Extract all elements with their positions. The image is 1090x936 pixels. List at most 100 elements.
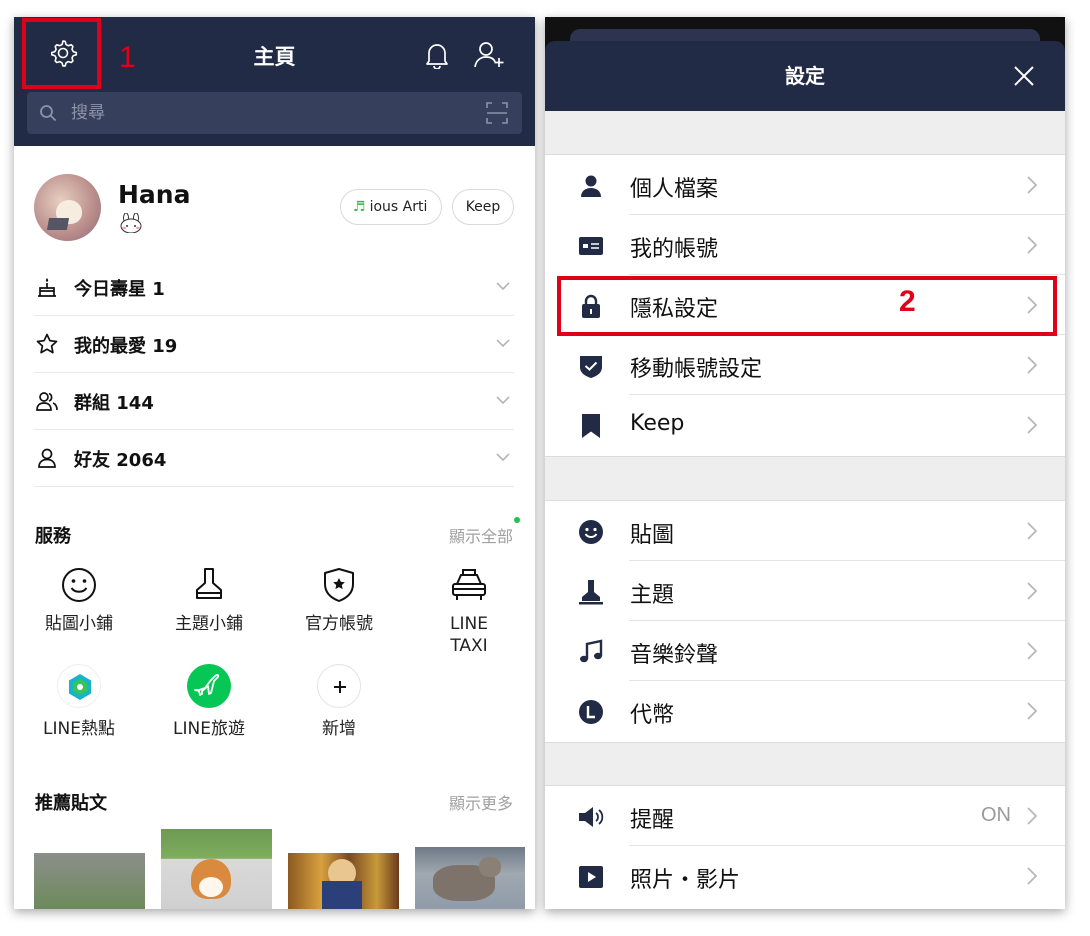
avatar[interactable] <box>34 174 101 241</box>
service-official-accounts[interactable]: 官方帳號 <box>279 565 399 635</box>
settings-row-label: 個人檔案 <box>630 177 719 202</box>
service-theme-shop[interactable]: 主題小鋪 <box>149 565 269 635</box>
smiley-icon <box>62 568 96 602</box>
list-birthdays[interactable]: 今日壽星 1 <box>34 259 514 316</box>
settings-row-label: 音樂鈴聲 <box>630 643 719 668</box>
service-label: 主題小鋪 <box>175 614 243 634</box>
profile-icon <box>581 175 601 197</box>
post-thumbnail[interactable] <box>34 853 145 909</box>
person-icon <box>38 448 56 468</box>
settings-row-label: 貼圖 <box>630 523 675 548</box>
chevron-right-icon <box>1027 522 1037 540</box>
home-screen: 主頁 1 Hana ♬ious Arti <box>14 17 535 909</box>
settings-row-label: 移動帳號設定 <box>630 357 763 382</box>
post-thumbnail[interactable] <box>288 853 399 909</box>
chevron-down-icon <box>496 453 510 462</box>
bookmark-icon <box>582 414 600 438</box>
chevron-right-icon <box>1027 356 1037 374</box>
settings-header: 設定 <box>545 41 1065 111</box>
chevron-right-icon <box>1027 642 1037 660</box>
taxi-icon <box>452 569 486 600</box>
service-line-travel[interactable]: LINE旅遊 <box>149 664 269 740</box>
post-thumbnail[interactable] <box>161 829 272 909</box>
coin-icon <box>579 700 603 724</box>
cake-icon <box>38 278 56 297</box>
settings-row-notifications[interactable]: 提醒 ON <box>545 786 1065 846</box>
account-card-icon <box>579 237 603 255</box>
settings-group-content: 貼圖 主題 音樂鈴聲 代幣 <box>545 500 1065 743</box>
annotation-box-1 <box>22 18 101 89</box>
settings-row-label: 我的帳號 <box>630 237 719 262</box>
settings-row-photos-videos[interactable]: 照片・影片 <box>545 846 1065 906</box>
chevron-right-icon <box>1027 702 1037 720</box>
list-label: 群組 144 <box>74 393 154 414</box>
settings-row-label: 主題 <box>630 583 675 608</box>
chevron-down-icon <box>496 396 510 405</box>
service-label: 官方帳號 <box>305 614 373 634</box>
list-label: 我的最愛 19 <box>74 336 178 357</box>
settings-group-notifications: 提醒 ON 照片・影片 <box>545 785 1065 909</box>
plus-icon <box>317 664 361 708</box>
settings-row-keep[interactable]: Keep <box>545 395 1065 455</box>
close-icon[interactable] <box>1013 65 1035 87</box>
profile-name[interactable]: Hana <box>118 180 190 209</box>
chevron-down-icon <box>496 282 510 291</box>
add-friend-icon[interactable] <box>474 41 506 69</box>
chevron-down-icon <box>496 339 510 348</box>
settings-screen: 設定 個人檔案 我的帳號 隱私設定 移動帳號設定 Keep 2 貼圖 主題 音樂… <box>545 17 1065 909</box>
service-label: 新增 <box>322 719 356 739</box>
shield-check-icon <box>580 356 602 378</box>
chevron-right-icon <box>1027 416 1037 434</box>
line-travel-icon <box>187 664 231 708</box>
settings-row-coins[interactable]: 代幣 <box>545 681 1065 741</box>
notifications-status-value: ON <box>981 804 1011 826</box>
settings-row-ringtones[interactable]: 音樂鈴聲 <box>545 621 1065 681</box>
service-line-spot[interactable]: LINE熱點 <box>19 664 139 740</box>
search-input[interactable] <box>71 92 451 134</box>
service-label: LINE TAXI <box>450 614 488 656</box>
chevron-right-icon <box>1027 236 1037 254</box>
profile-music-pill[interactable]: ♬ ious Arti <box>340 189 442 225</box>
settings-row-my-account[interactable]: 我的帳號 <box>545 215 1065 275</box>
bunny-status-icon <box>120 213 142 233</box>
services-show-all-link[interactable]: 顯示全部 <box>449 523 513 547</box>
chevron-right-icon <box>1027 867 1037 885</box>
services-title: 服務 <box>35 526 71 547</box>
music-note-icon <box>580 639 603 663</box>
service-sticker-shop[interactable]: 貼圖小鋪 <box>19 565 139 635</box>
search-icon <box>40 105 57 122</box>
chevron-right-icon <box>1027 582 1037 600</box>
annotation-number-2: 2 <box>899 285 916 318</box>
sticker-icon <box>579 520 603 544</box>
service-label: 貼圖小鋪 <box>45 614 113 634</box>
list-groups[interactable]: 群組 144 <box>34 373 514 430</box>
theme-icon <box>579 580 603 605</box>
keep-pill-button[interactable]: Keep <box>452 189 514 225</box>
posts-show-more-link[interactable]: 顯示更多 <box>449 790 513 814</box>
line-spot-icon <box>57 664 101 708</box>
list-favorites[interactable]: 我的最愛 19 <box>34 316 514 373</box>
speaker-icon <box>579 807 604 827</box>
list-friends[interactable]: 好友 2064 <box>34 430 514 487</box>
list-label: 今日壽星 1 <box>74 279 165 300</box>
service-line-taxi[interactable]: LINE TAXI <box>409 565 529 657</box>
search-bar[interactable] <box>27 92 522 134</box>
posts-title: 推薦貼文 <box>35 793 107 814</box>
settings-row-stickers[interactable]: 貼圖 <box>545 501 1065 561</box>
service-label: LINE旅遊 <box>173 719 245 739</box>
settings-row-label: 照片・影片 <box>630 868 741 893</box>
official-shield-icon <box>324 568 354 602</box>
settings-row-profile[interactable]: 個人檔案 <box>545 155 1065 215</box>
bell-icon[interactable] <box>424 41 450 69</box>
qr-scan-icon[interactable] <box>486 102 508 124</box>
settings-title: 設定 <box>785 64 825 88</box>
service-label: LINE熱點 <box>43 719 115 739</box>
chevron-right-icon <box>1027 176 1037 194</box>
post-thumbnail[interactable] <box>415 847 525 909</box>
service-add[interactable]: 新增 <box>279 664 399 740</box>
theme-brush-icon <box>196 568 222 599</box>
settings-row-themes[interactable]: 主題 <box>545 561 1065 621</box>
list-label: 好友 2064 <box>74 450 167 471</box>
settings-row-account-transfer[interactable]: 移動帳號設定 <box>545 335 1065 395</box>
annotation-box-2 <box>557 276 1057 336</box>
